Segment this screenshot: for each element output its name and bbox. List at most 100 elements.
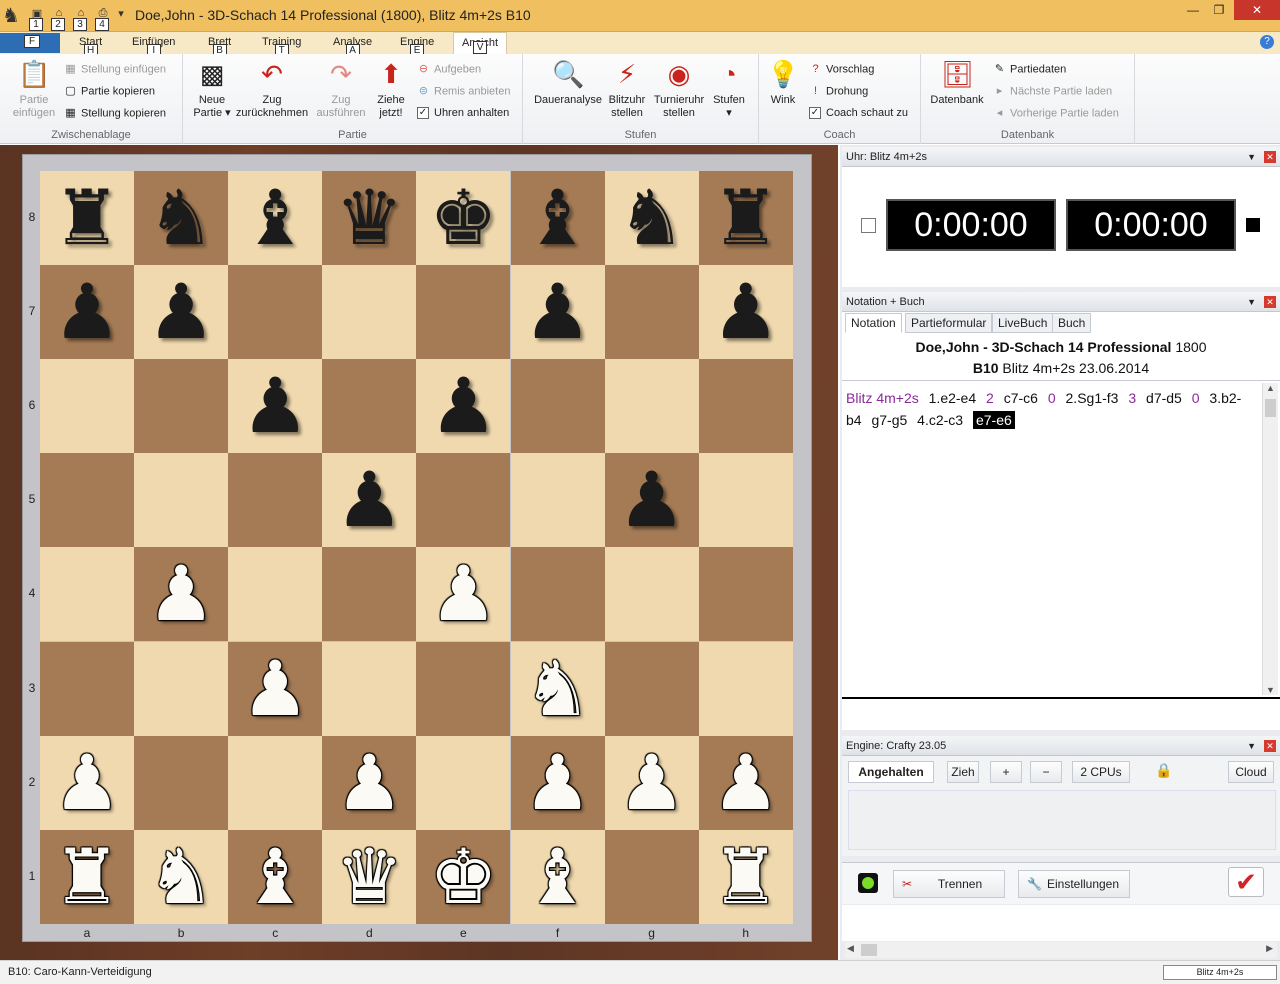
move[interactable]: 4.c2-c3 [917,412,963,428]
square-g6[interactable] [604,359,699,454]
square-e7[interactable] [416,265,511,360]
paste-game-button[interactable]: 📋 Partie einfügen [8,58,60,120]
move[interactable]: 2.Sg1-f3 [1066,390,1119,406]
replay-move-button[interactable]: ↷ Zug ausführen [313,58,369,120]
black-pawn-f7[interactable]: ♟ [511,265,605,359]
square-e2[interactable] [416,735,511,830]
square-d3[interactable] [322,641,417,736]
square-f6[interactable] [510,359,605,454]
move-now-button[interactable]: ⬆ Ziehe jetzt! [371,58,411,120]
move[interactable]: c7-c6 [1004,390,1038,406]
app-knight-icon[interactable]: ♞ [2,4,20,28]
black-pawn-c6[interactable]: ♟ [228,359,322,453]
tab-ansicht[interactable]: AnsichtV [453,32,508,54]
cloud-button[interactable]: Cloud [1228,761,1274,783]
tab-training[interactable]: Training T [262,36,301,57]
white-clock-checkbox[interactable] [861,218,876,233]
blitz-clock-button[interactable]: ⚡ Blitzuhr stellen [605,58,649,120]
notation-input-area[interactable] [842,700,1280,730]
chess-board[interactable]: ♜ ♞ ♝ ♛ ♚ ♝ ♞ ♜ ♟ ♟ ♟ ♟ ♟ ♟ ♟ ♟ ♟ ♟ ♟ ♞ ♟ ♟ ♟ ♟ ♟ ♜ ♞ ♝ ♛ ♚ ♝ ♜ [40,171,793,924]
move[interactable]: g7-g5 [871,412,907,428]
white-pawn-h2[interactable]: ♟ [699,736,793,830]
square-d7[interactable] [322,265,417,360]
black-pawn-d5[interactable]: ♟ [322,453,416,547]
square-b3[interactable] [134,641,229,736]
database-button[interactable]: 🗄 Datenbank [927,58,987,107]
tab-analyse[interactable]: Analyse A [333,36,372,57]
white-pawn-c3[interactable]: ♟ [228,642,322,736]
black-rook-h8[interactable]: ♜ [699,171,793,265]
white-pawn-g2[interactable]: ♟ [605,736,699,830]
square-h5[interactable] [698,453,793,548]
tab-einfuegen[interactable]: Einfügen I [132,36,175,57]
black-pawn-a7[interactable]: ♟ [40,265,134,359]
current-move[interactable]: e7-e6 [972,411,1015,429]
prev-game-button[interactable]: ◂ Vorherige Partie laden [993,107,1119,120]
threat-button[interactable]: ! Drohung [809,85,868,98]
black-rook-a8[interactable]: ♜ [40,171,134,265]
tab-notation[interactable]: Notation [845,313,902,333]
square-c2[interactable] [228,735,323,830]
white-king-e1[interactable]: ♚ [416,830,510,924]
square-g4[interactable] [604,547,699,642]
white-bishop-f1[interactable]: ♝ [511,830,605,924]
help-icon[interactable]: ? [1260,35,1274,49]
white-pawn-e4[interactable]: ♟ [416,547,510,641]
engine-settings-button[interactable]: 🔧 Einstellungen [1018,870,1130,898]
black-pawn-b7[interactable]: ♟ [134,265,228,359]
confirm-check-icon[interactable]: ✔ [1228,867,1264,897]
close-icon[interactable]: ✕ [1264,151,1276,163]
move-list[interactable]: Blitz 4m+2s 1.e2-e4 2 c7-c6 0 2.Sg1-f3 3… [846,387,1256,431]
square-g1[interactable] [604,829,699,924]
black-pawn-h7[interactable]: ♟ [699,265,793,359]
square-f4[interactable] [510,547,605,642]
square-a6[interactable] [40,359,135,454]
square-g7[interactable] [604,265,699,360]
next-game-button[interactable]: ▸ Nächste Partie laden [993,85,1112,98]
square-h4[interactable] [698,547,793,642]
square-b6[interactable] [134,359,229,454]
chevron-down-icon[interactable]: ▼ [1247,147,1256,167]
square-g3[interactable] [604,641,699,736]
take-back-button[interactable]: ↶ Zug zurücknehmen [233,58,311,120]
square-c5[interactable] [228,453,323,548]
close-button[interactable]: ✕ [1234,0,1280,20]
copy-game-button[interactable]: ▢ Partie kopieren [64,85,155,98]
black-knight-g8[interactable]: ♞ [605,171,699,265]
square-e3[interactable] [416,641,511,736]
white-knight-b1[interactable]: ♞ [134,830,228,924]
game-data-button[interactable]: ✎ Partiedaten [993,63,1066,76]
black-queen-d8[interactable]: ♛ [322,171,416,265]
square-f5[interactable] [510,453,605,548]
square-a3[interactable] [40,641,135,736]
square-d4[interactable] [322,547,417,642]
square-c4[interactable] [228,547,323,642]
white-queen-d1[interactable]: ♛ [322,830,416,924]
tab-brett[interactable]: Brett B [208,36,231,57]
infinite-analysis-button[interactable]: 🔍 Daueranalyse [533,58,603,107]
square-a4[interactable] [40,547,135,642]
cpus-button[interactable]: 2 CPUs [1072,761,1130,783]
tab-buch[interactable]: Buch [1052,313,1092,333]
resign-button[interactable]: ⊖ Aufgeben [417,63,481,76]
horizontal-scrollbar[interactable]: ◀ ▶ [845,942,1277,958]
tournament-clock-button[interactable]: ◉ Turnieruhr stellen [651,58,707,120]
close-icon[interactable]: ✕ [1264,296,1276,308]
remove-line-button[interactable]: − [1030,761,1062,783]
white-pawn-a2[interactable]: ♟ [40,736,134,830]
tab-file[interactable]: F [0,33,60,53]
black-pawn-e6[interactable]: ♟ [416,359,510,453]
move[interactable]: d7-d5 [1146,390,1182,406]
black-bishop-c8[interactable]: ♝ [228,171,322,265]
levels-button[interactable]: ◔ Stufen ▾ [709,58,749,120]
notation-scrollbar[interactable]: ▲ ▼ [1262,383,1278,695]
suggest-button[interactable]: ? Vorschlag [809,63,874,76]
white-knight-f3[interactable]: ♞ [511,642,605,736]
tab-engine[interactable]: Engine E [400,36,434,57]
qat-dropdown-icon[interactable]: ▾ [112,7,130,23]
white-pawn-b4[interactable]: ♟ [134,547,228,641]
square-h6[interactable] [698,359,793,454]
minimize-button[interactable]: — [1180,0,1206,20]
black-king-e8[interactable]: ♚ [416,171,510,265]
black-pawn-g5[interactable]: ♟ [605,453,699,547]
